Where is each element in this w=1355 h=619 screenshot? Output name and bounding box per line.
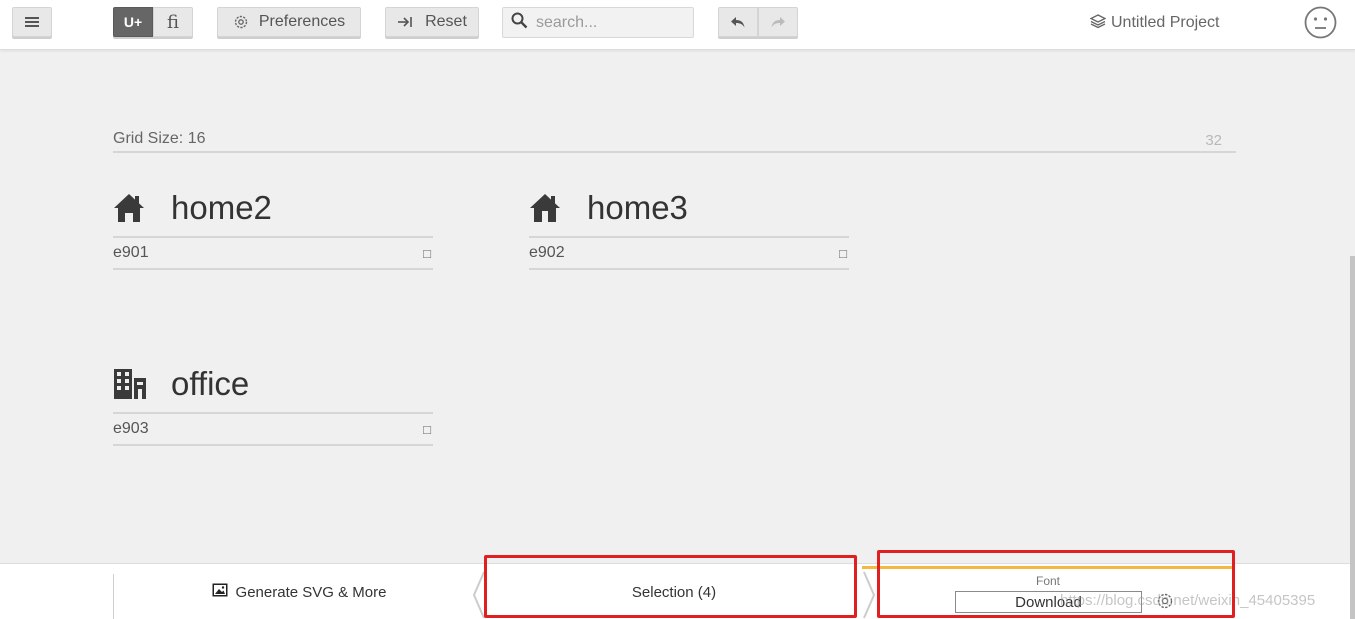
- glyph-code[interactable]: e902: [529, 244, 565, 262]
- home-icon: [113, 191, 147, 225]
- undo-icon: [730, 15, 746, 29]
- chevron-left-icon: [472, 571, 485, 619]
- preferences-label: Preferences: [258, 13, 346, 30]
- home-icon: [529, 191, 563, 225]
- glyph-card[interactable]: home2 e901 □: [113, 180, 433, 270]
- font-label: Font: [1035, 574, 1060, 588]
- glyph-preview-box: □: [423, 421, 431, 437]
- glyph-name[interactable]: home3: [587, 189, 688, 227]
- grid-size-max: 32: [1205, 132, 1222, 149]
- search-input[interactable]: [536, 13, 686, 32]
- search-icon: [511, 12, 528, 34]
- generate-label: Generate SVG & More: [235, 583, 387, 601]
- unicode-mode-toggle[interactable]: U+: [113, 7, 153, 37]
- grid-size-label: Grid Size: 16: [113, 130, 206, 147]
- reset-label: Reset: [425, 13, 467, 30]
- office-icon: [113, 367, 147, 401]
- active-indicator: [862, 566, 1234, 569]
- search-box: [502, 7, 694, 38]
- ligature-mode-label: fi: [166, 11, 179, 33]
- glyph-code[interactable]: e901: [113, 244, 149, 262]
- glyph-preview-box: □: [423, 245, 431, 261]
- glyph-name[interactable]: home2: [171, 189, 272, 227]
- grid-size-slider[interactable]: Grid Size: 16 32: [113, 128, 1236, 153]
- project-title[interactable]: Untitled Project: [1089, 12, 1220, 34]
- scrollbar[interactable]: [1350, 256, 1355, 619]
- image-icon: [212, 583, 228, 601]
- glyph-card[interactable]: office e903 □: [113, 356, 433, 446]
- undo-button[interactable]: [718, 7, 758, 37]
- layers-icon: [1089, 13, 1107, 34]
- ligature-mode-toggle[interactable]: fi: [153, 7, 193, 37]
- gear-icon: [233, 14, 249, 30]
- redo-button[interactable]: [758, 7, 798, 37]
- selection-button[interactable]: Selection (4): [490, 564, 858, 619]
- glyph-preview-box: □: [839, 245, 847, 261]
- redo-icon: [770, 15, 786, 29]
- tab-arrow-icon: [397, 15, 413, 29]
- hamburger-icon: [24, 15, 40, 29]
- glyph-card[interactable]: home3 e902 □: [529, 180, 849, 270]
- selection-label: Selection (4): [631, 583, 717, 601]
- glyph-name[interactable]: office: [171, 365, 249, 403]
- glyph-code[interactable]: e903: [113, 420, 149, 438]
- top-toolbar: U+ fi Preferences Reset Untitl: [0, 0, 1355, 50]
- generate-svg-button[interactable]: Generate SVG & More: [114, 564, 484, 619]
- neutral-face-icon[interactable]: [1304, 6, 1337, 39]
- unicode-mode-label: U+: [123, 14, 143, 30]
- bottom-bar: Generate SVG & More Selection (4) Font D…: [0, 563, 1355, 619]
- watermark: https://blog.csdn.net/weixin_45405395: [1060, 592, 1316, 609]
- project-name: Untitled Project: [1111, 14, 1220, 31]
- preferences-button[interactable]: Preferences: [217, 7, 361, 37]
- reset-button[interactable]: Reset: [385, 7, 479, 37]
- menu-button[interactable]: [12, 7, 52, 37]
